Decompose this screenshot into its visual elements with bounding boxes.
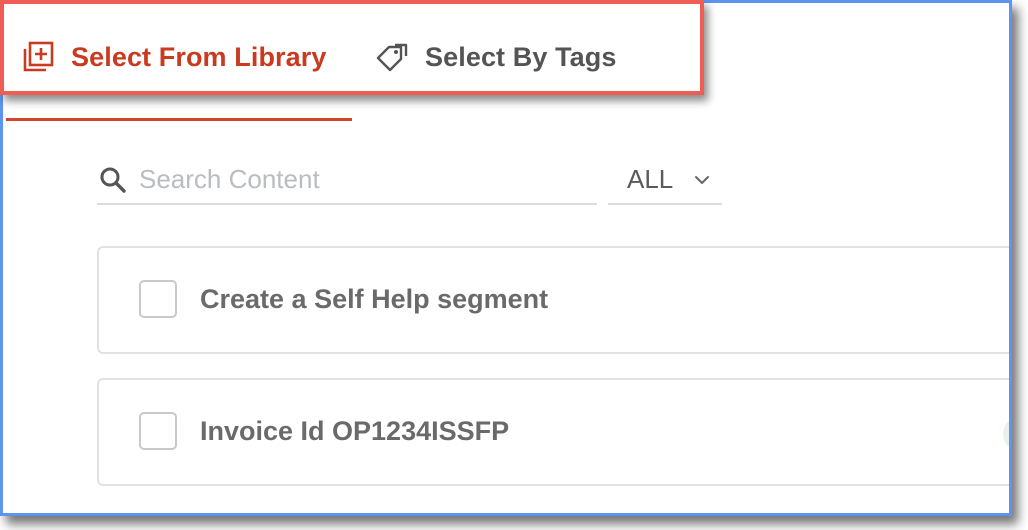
filter-selected-value: ALL [627, 164, 674, 194]
item-title: Create a Self Help segment [200, 284, 549, 314]
search-icon [99, 166, 127, 194]
status-indicator [1003, 420, 1009, 448]
tags-icon [375, 40, 409, 74]
list-item[interactable]: Create a Self Help segment [97, 246, 1009, 354]
tab-select-by-tags[interactable]: Select By Tags [375, 33, 616, 81]
item-title: Invoice Id OP1234ISSFP [200, 416, 510, 446]
tab-select-from-library[interactable]: Select From Library [21, 33, 327, 81]
chevron-down-icon [693, 171, 711, 189]
search-input[interactable] [139, 164, 579, 195]
item-checkbox[interactable] [139, 280, 177, 318]
tab-bar: Select From Library Select By Tags [3, 3, 1009, 121]
content-selector-panel: Select From Library Select By Tags Searc… [0, 0, 1012, 516]
item-checkbox[interactable] [139, 412, 177, 450]
tab-label: Select By Tags [425, 41, 617, 72]
search-bar [97, 156, 597, 205]
screenshot-stage: Select From Library Select By Tags Searc… [0, 0, 1028, 530]
content-type-filter[interactable]: ALL [608, 156, 722, 205]
tab-label: Select From Library [71, 41, 327, 72]
library-add-icon [21, 40, 55, 74]
active-tab-indicator [6, 118, 352, 121]
list-item[interactable]: Invoice Id OP1234ISSFP [97, 378, 1009, 486]
